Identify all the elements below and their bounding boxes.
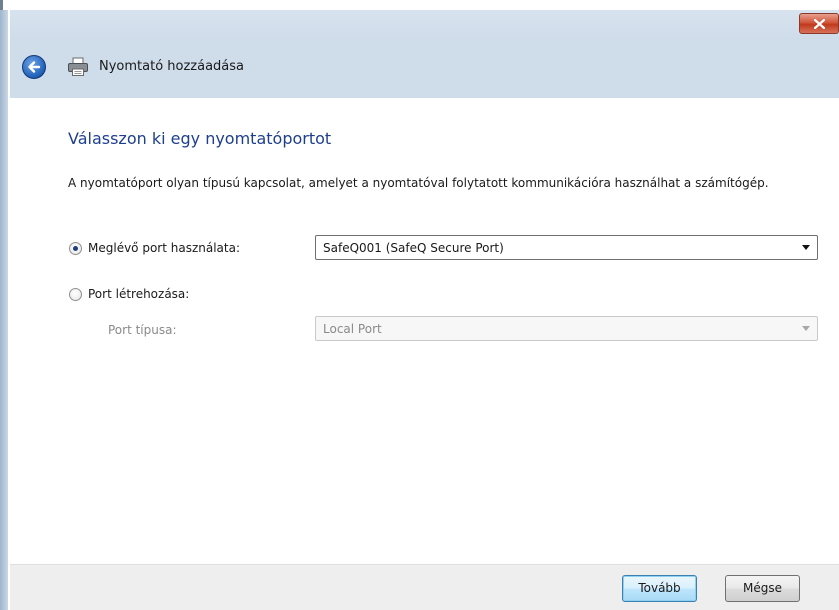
port-type-dropdown: Local Port xyxy=(315,316,818,341)
title-bar xyxy=(10,10,839,40)
chevron-down-icon xyxy=(802,245,810,250)
wizard-footer: Tovább Mégse xyxy=(10,564,839,610)
description-text: A nyomtatóport olyan típusú kapcsolat, a… xyxy=(68,176,769,190)
wizard-content: Válasszon ki egy nyomtatóportot A nyomta… xyxy=(10,98,839,564)
background-window-edge xyxy=(0,0,10,610)
existing-port-dropdown[interactable]: SafeQ001 (SafeQ Secure Port) xyxy=(315,235,818,260)
window-title: Nyomtató hozzáadása xyxy=(99,59,245,74)
cancel-button[interactable]: Mégse xyxy=(725,575,800,602)
existing-port-label[interactable]: Meglévő port használata: xyxy=(88,241,240,255)
existing-port-value: SafeQ001 (SafeQ Secure Port) xyxy=(323,241,504,255)
next-button[interactable]: Tovább xyxy=(622,575,697,602)
close-icon xyxy=(814,19,825,29)
back-button[interactable] xyxy=(22,55,46,79)
port-type-value: Local Port xyxy=(323,322,382,336)
chevron-down-icon xyxy=(802,326,810,331)
close-button[interactable] xyxy=(799,13,839,34)
printer-icon xyxy=(68,57,88,76)
existing-port-radio[interactable] xyxy=(69,242,82,255)
create-port-radio[interactable] xyxy=(69,288,82,301)
port-type-label: Port típusa: xyxy=(108,323,177,337)
add-printer-dialog: Nyomtató hozzáadása Válasszon ki egy nyo… xyxy=(10,10,839,610)
create-port-label[interactable]: Port létrehozása: xyxy=(88,287,189,301)
background-window-frame xyxy=(0,10,8,610)
page-title: Válasszon ki egy nyomtatóportot xyxy=(68,129,332,148)
back-arrow-icon xyxy=(28,61,41,73)
